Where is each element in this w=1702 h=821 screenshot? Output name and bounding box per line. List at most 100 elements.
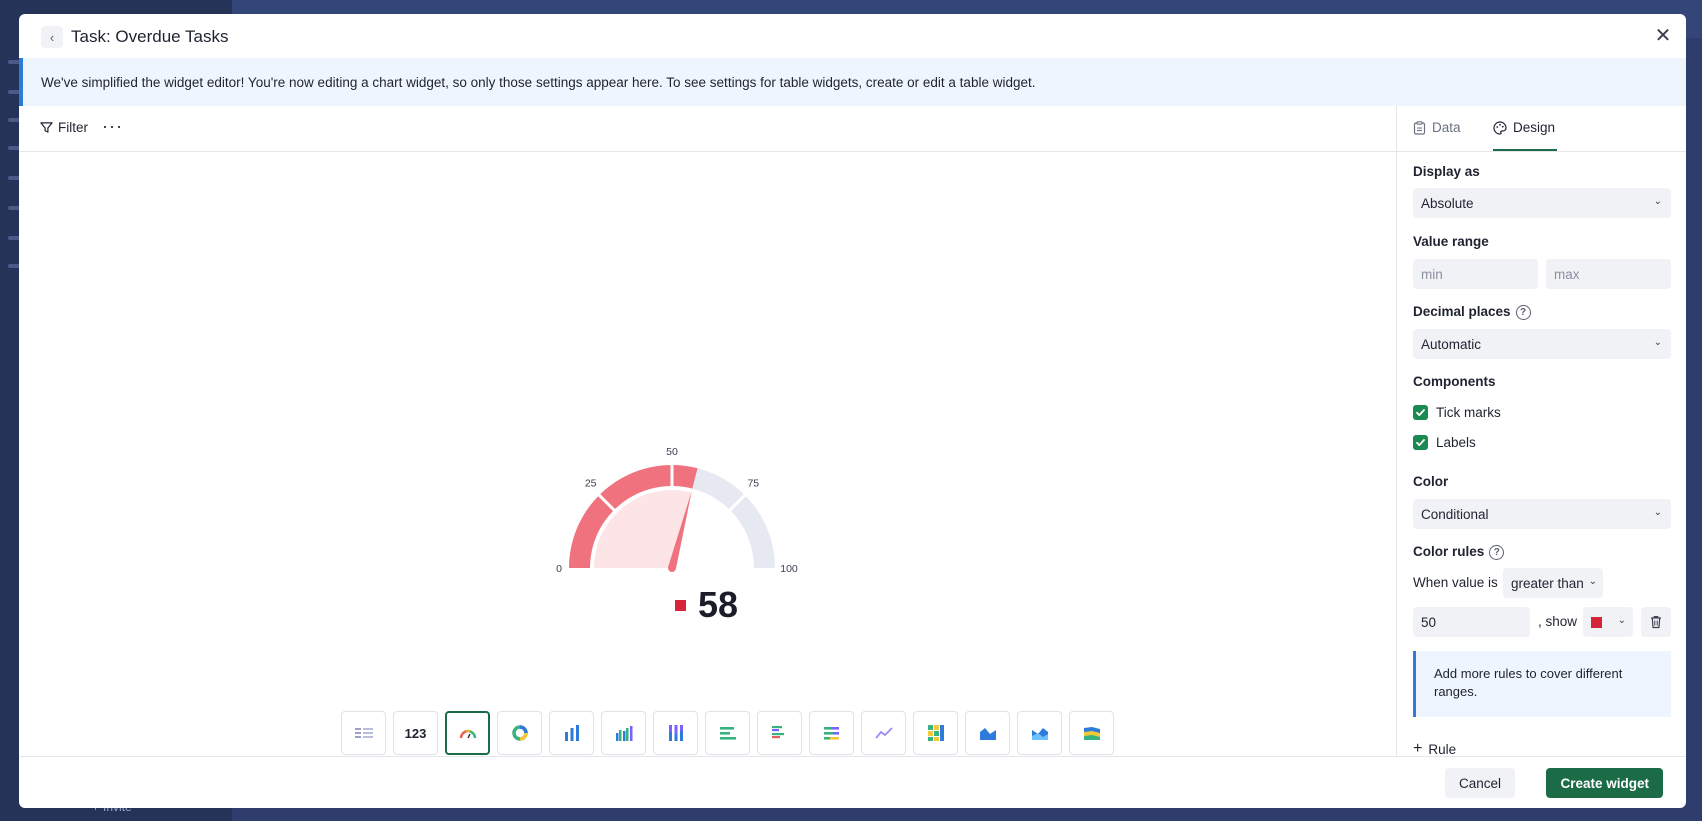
rules-info-box: Add more rules to cover different ranges… (1413, 651, 1671, 717)
widget-editor-modal: ‹ Task: Overdue Tasks ✕ We've simplified… (19, 14, 1686, 808)
modal-footer: Cancel Create widget (19, 756, 1686, 808)
labels-checkbox[interactable] (1413, 435, 1428, 450)
more-options-button[interactable]: ··· (102, 116, 123, 137)
close-icon: ✕ (1654, 24, 1672, 47)
chart-type-stacked-bar-chart-button[interactable] (653, 711, 698, 755)
gauge-needle-hub (668, 564, 676, 572)
chart-type-selector: 123 (341, 711, 1114, 755)
table-chart-icon (354, 726, 374, 740)
preview-toolbar: Filter ··· (19, 106, 1396, 152)
chart-type-bar-chart-button[interactable] (549, 711, 594, 755)
filter-icon (40, 122, 53, 133)
bar-chart-icon (562, 724, 582, 742)
chart-type-number-chart-button[interactable]: 123 (393, 711, 438, 755)
info-banner: We've simplified the widget editor! You'… (19, 58, 1686, 106)
tick-marks-checkbox-row[interactable]: Tick marks (1413, 405, 1501, 420)
min-input[interactable]: min (1413, 259, 1538, 289)
operator-select[interactable]: greater than ⌄ (1503, 568, 1603, 598)
gauge-tick-label: 25 (585, 478, 597, 490)
gauge-tick-label: 100 (780, 563, 798, 575)
check-icon (1416, 409, 1425, 416)
chart-type-line-chart-button[interactable] (861, 711, 906, 755)
color-select[interactable]: Conditional ⌄ (1413, 499, 1671, 529)
clipboard-icon (1413, 120, 1426, 135)
multi-area-chart-icon (1030, 725, 1050, 741)
area-chart-icon (978, 725, 998, 741)
display-as-select[interactable]: Absolute ⌄ (1413, 188, 1671, 218)
rules-info-text: Add more rules to cover different ranges… (1434, 666, 1623, 699)
chart-type-horizontal-grouped-bar-chart-button[interactable] (757, 711, 802, 755)
heatmap-chart-icon (926, 724, 946, 742)
cancel-button[interactable]: Cancel (1444, 768, 1515, 798)
gauge-tick-label: 50 (666, 446, 678, 458)
color-label: Color (1413, 474, 1449, 489)
help-icon[interactable]: ? (1489, 544, 1505, 560)
decimal-places-label: Decimal places (1413, 304, 1511, 319)
gauge-value: 58 (698, 584, 739, 625)
palette-icon (1493, 120, 1507, 135)
settings-panel: Data Design Display as Absolute ⌄ Value … (1397, 106, 1686, 757)
labels-label: Labels (1436, 435, 1476, 450)
chart-type-multi-area-chart-button[interactable] (1017, 711, 1062, 755)
chart-type-area-chart-button[interactable] (965, 711, 1010, 755)
decimal-places-select[interactable]: Automatic ⌄ (1413, 329, 1671, 359)
gauge-value-display: 58 (675, 584, 738, 626)
rule-value: 50 (1421, 614, 1437, 630)
more-icon: ··· (102, 116, 123, 136)
chart-type-grouped-bar-chart-button[interactable] (601, 711, 646, 755)
banner-text: We've simplified the widget editor! You'… (41, 74, 1036, 90)
rule-color-select[interactable]: ⌄ (1583, 607, 1633, 637)
rule-value-input[interactable]: 50 (1413, 607, 1530, 637)
chevron-left-icon: ‹ (49, 29, 55, 45)
when-value-label: When value is (1413, 575, 1498, 590)
tab-design-label: Design (1513, 120, 1556, 135)
tick-marks-label: Tick marks (1436, 405, 1501, 420)
active-tab-indicator (1493, 149, 1557, 151)
back-button[interactable]: ‹ (41, 26, 63, 48)
chart-type-horizontal-bar-chart-button[interactable] (705, 711, 750, 755)
grouped-bar-chart-icon (614, 724, 634, 742)
labels-checkbox-row[interactable]: Labels (1413, 435, 1476, 450)
gauge-tick-label: 0 (556, 563, 562, 575)
stacked-area-chart-icon (1082, 725, 1102, 741)
chart-type-donut-chart-button[interactable] (497, 711, 542, 755)
line-chart-icon (874, 726, 894, 740)
chevron-down-icon: ⌄ (1617, 615, 1626, 626)
filter-button[interactable]: Filter (40, 120, 88, 135)
trash-icon (1651, 616, 1661, 629)
donut-chart-icon (510, 723, 530, 743)
display-as-value: Absolute (1421, 195, 1474, 211)
add-rule-label: Rule (1428, 741, 1457, 757)
max-input[interactable]: max (1546, 259, 1671, 289)
gauge-tick-label: 75 (747, 478, 759, 490)
close-button[interactable]: ✕ (1650, 22, 1676, 48)
delete-rule-button[interactable] (1641, 607, 1671, 637)
settings-tabs: Data Design (1397, 106, 1686, 152)
number-chart-icon: 123 (404, 725, 427, 741)
chart-type-gauge-chart-button[interactable] (445, 711, 490, 755)
max-placeholder: max (1554, 266, 1580, 282)
chart-type-heatmap-chart-button[interactable] (913, 711, 958, 755)
horizontal-bar-chart-icon (718, 725, 738, 741)
gauge-chart: 0 25 50 75 100 (556, 446, 798, 575)
tick-marks-checkbox[interactable] (1413, 405, 1428, 420)
show-label: , show (1538, 614, 1578, 629)
operator-value: greater than (1511, 575, 1584, 591)
chart-type-horizontal-stacked-bar-chart-button[interactable] (809, 711, 854, 755)
components-label: Components (1413, 374, 1496, 389)
modal-title: Task: Overdue Tasks (71, 27, 229, 46)
chevron-down-icon: ⌄ (1653, 337, 1662, 348)
chart-type-table-chart-button[interactable] (341, 711, 386, 755)
tab-design[interactable]: Design (1493, 120, 1555, 135)
modal-header: ‹ Task: Overdue Tasks ✕ (19, 14, 1686, 58)
chart-type-stacked-area-chart-button[interactable] (1069, 711, 1114, 755)
tab-data[interactable]: Data (1413, 120, 1461, 135)
preview-panel: Filter ··· 0 25 50 75 100 58 (19, 106, 1397, 756)
chevron-down-icon: ⌄ (1653, 507, 1662, 518)
create-widget-button[interactable]: Create widget (1546, 768, 1663, 798)
gauge-remaining-arc (692, 468, 775, 568)
help-icon[interactable]: ? (1515, 304, 1531, 320)
check-icon (1416, 439, 1425, 446)
display-as-label: Display as (1413, 164, 1480, 179)
color-value: Conditional (1421, 506, 1489, 522)
